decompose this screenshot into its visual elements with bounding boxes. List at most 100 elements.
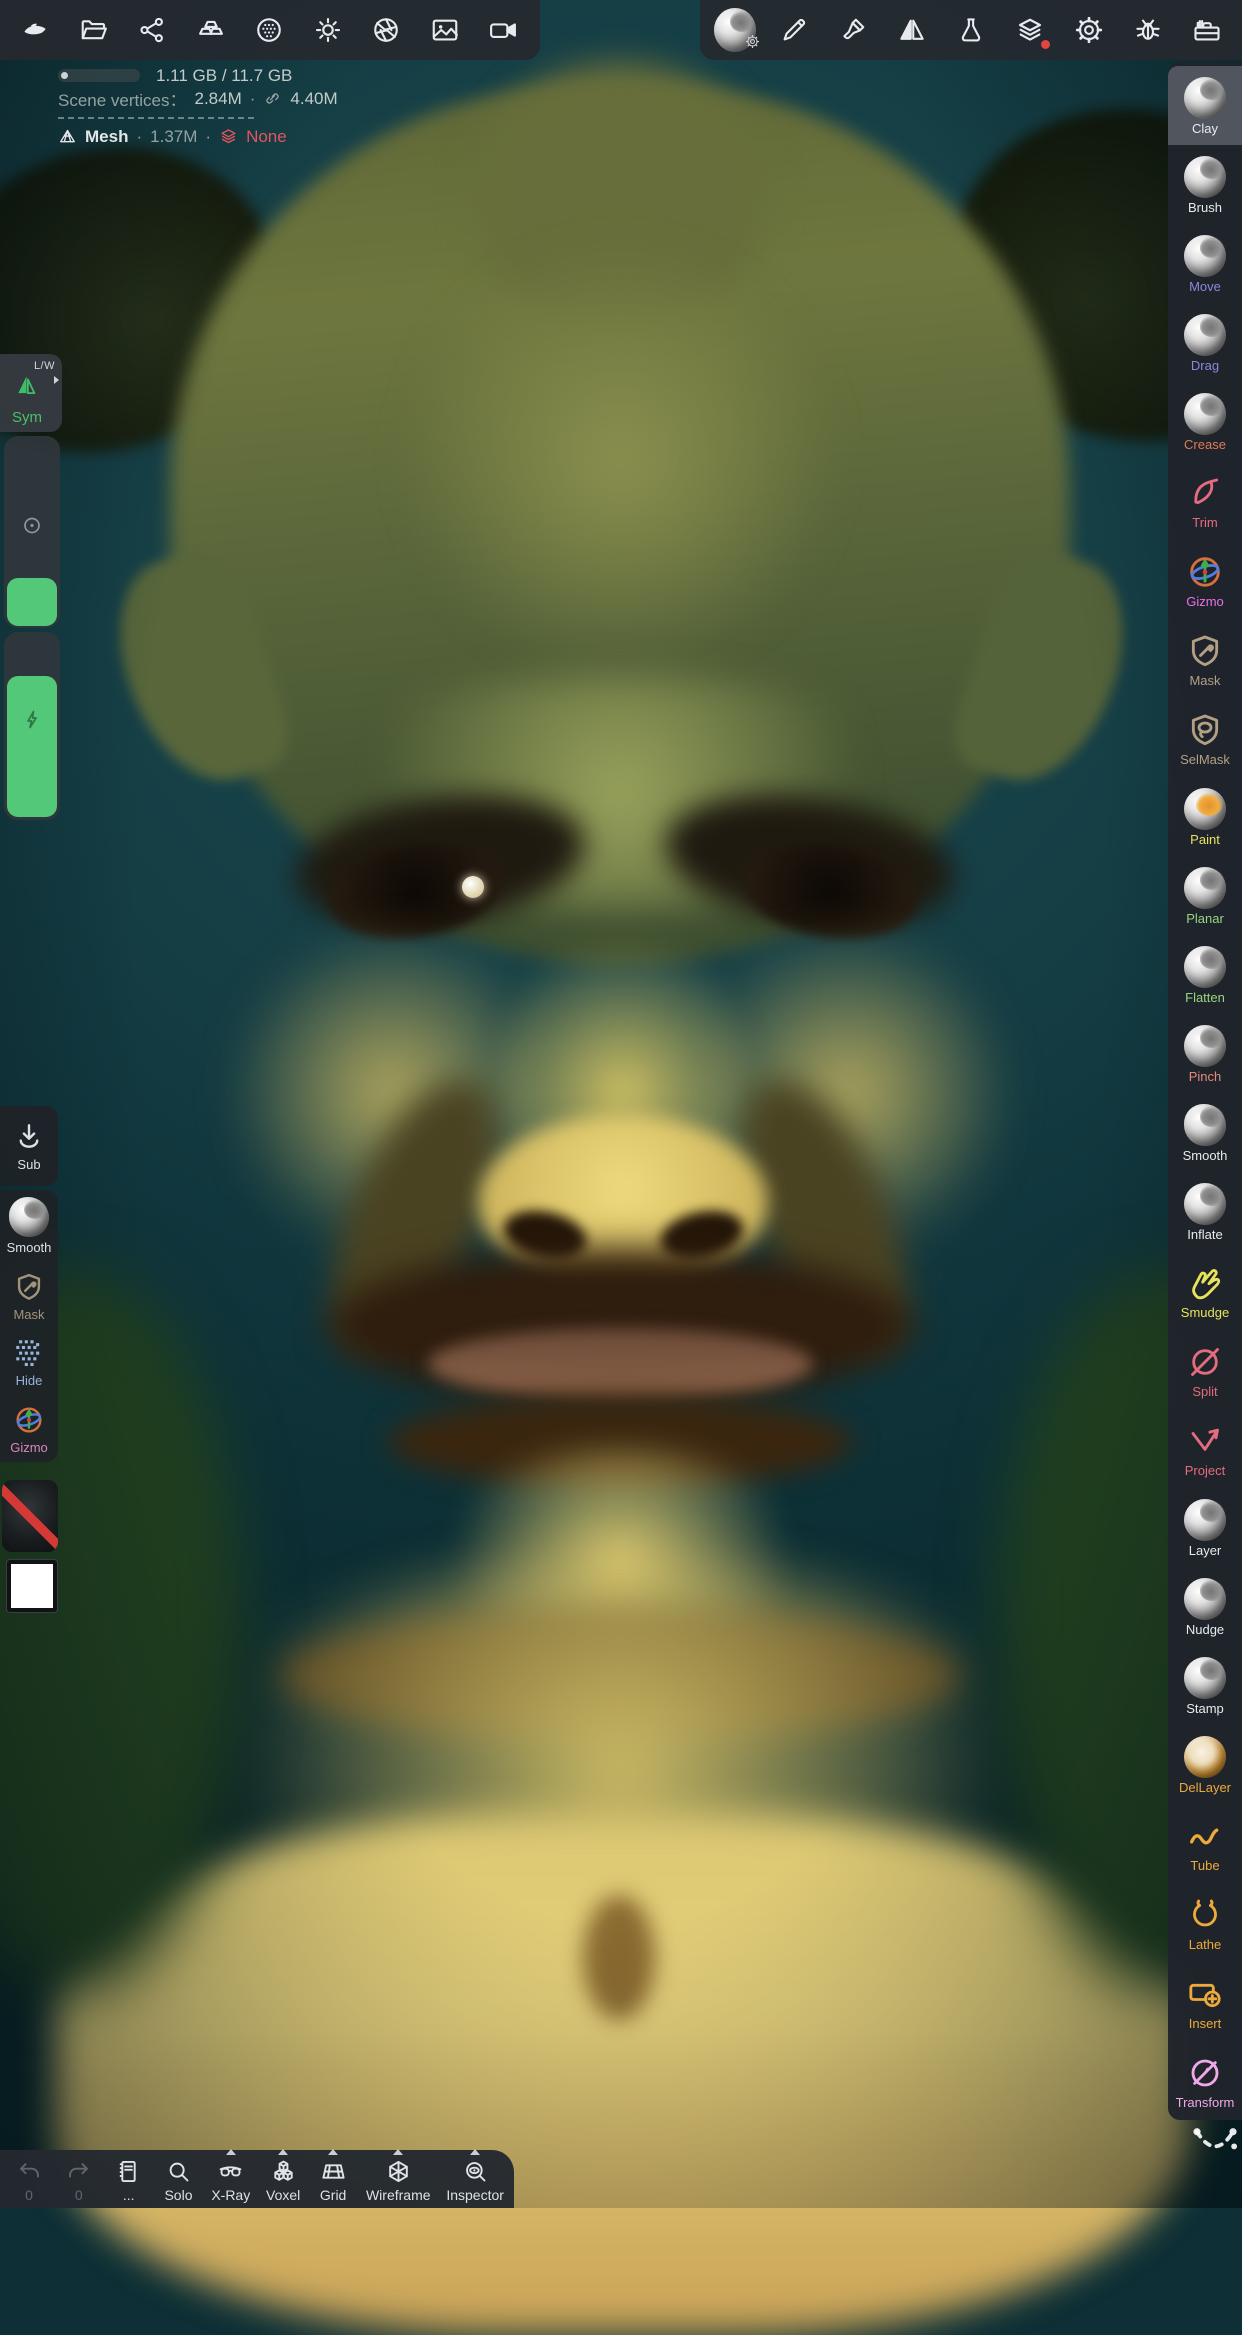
dock-button-label: Mask <box>13 1307 44 1322</box>
tool-pinch[interactable]: Pinch <box>1168 1014 1242 1093</box>
layer-stack-icon <box>219 127 238 146</box>
tool-nudge[interactable]: Nudge <box>1168 1567 1242 1646</box>
tool-paint[interactable]: Paint <box>1168 777 1242 856</box>
memory-usage-bar <box>58 69 140 82</box>
sculpt-viewport[interactable] <box>0 0 1242 2208</box>
layer-stack-button[interactable] <box>1009 8 1051 52</box>
dock-button-smooth[interactable]: Smooth <box>7 1197 52 1255</box>
tool-transform[interactable]: Transform <box>1168 2041 1242 2120</box>
tool-trim[interactable]: Trim <box>1168 461 1242 540</box>
tool-drag[interactable]: Drag <box>1168 303 1242 382</box>
tool-selmask[interactable]: SelMask <box>1168 698 1242 777</box>
paintbrush-button[interactable] <box>832 8 874 52</box>
tool-label: Brush <box>1188 201 1222 214</box>
tool-dellayer[interactable]: DelLayer <box>1168 1725 1242 1804</box>
solo-magnifier-icon <box>165 2158 192 2185</box>
caret-up-icon <box>278 2149 288 2155</box>
wireframe-sphere-icon <box>385 2158 412 2185</box>
symmetry-mode-badge: L/W <box>34 360 55 372</box>
voxel-cubes-button[interactable]: Voxel <box>266 2149 300 2203</box>
mirror-symmetry-button[interactable] <box>891 8 933 52</box>
import-down-icon <box>12 1120 46 1154</box>
debug-bug-button[interactable] <box>1127 8 1169 52</box>
tool-planar[interactable]: Planar <box>1168 856 1242 935</box>
smudge-hand-icon <box>1185 1263 1225 1303</box>
layer-stack-icon <box>1015 15 1045 45</box>
matcap-sphere-icon <box>1184 77 1226 119</box>
history-journal-icon <box>115 2158 142 2185</box>
history-journal-button[interactable]: ... <box>112 2149 146 2203</box>
tool-layer[interactable]: Layer <box>1168 1488 1242 1567</box>
bottom-button-label: ... <box>123 2187 135 2203</box>
symmetry-toggle-button[interactable]: L/W Sym <box>0 354 62 432</box>
tool-tube[interactable]: Tube <box>1168 1804 1242 1883</box>
dock-button-sub[interactable]: Sub <box>12 1120 46 1172</box>
wireframe-sphere-button[interactable]: Wireframe <box>366 2149 431 2203</box>
tool-crease[interactable]: Crease <box>1168 382 1242 461</box>
solo-magnifier-button[interactable]: Solo <box>161 2149 195 2203</box>
tool-label: Insert <box>1189 2017 1222 2030</box>
strength-slider[interactable] <box>4 632 60 820</box>
app-logo-icon <box>20 15 50 45</box>
tool-split[interactable]: Split <box>1168 1330 1242 1409</box>
image-button[interactable] <box>424 8 466 52</box>
strength-slider-fill[interactable] <box>7 676 57 817</box>
toolbox-icon <box>1192 15 1222 45</box>
mirror-symmetry-icon <box>897 15 927 45</box>
tool-flatten[interactable]: Flatten <box>1168 935 1242 1014</box>
matcap-sphere-icon <box>1184 393 1226 435</box>
texture-none-swatch[interactable] <box>2 1480 58 1552</box>
tool-smudge[interactable]: Smudge <box>1168 1251 1242 1330</box>
undo-arrow-button[interactable]: 0 <box>12 2149 46 2203</box>
dot-sphere-button[interactable] <box>248 8 290 52</box>
top-right-toolbar <box>700 0 1242 60</box>
tool-label: Crease <box>1184 438 1226 451</box>
stroke-falloff-widget[interactable] <box>1188 2116 1242 2170</box>
inspector-lens-button[interactable]: Inspector <box>446 2149 504 2203</box>
dock-button-gizmo[interactable]: Gizmo <box>10 1403 48 1455</box>
radius-slider-thumb[interactable] <box>7 578 57 626</box>
settings-gear-button[interactable] <box>1068 8 1110 52</box>
gear-badge-icon <box>745 34 760 54</box>
tool-smooth[interactable]: Smooth <box>1168 1093 1242 1172</box>
viewport-vignette <box>0 0 1242 2208</box>
dock-button-hide[interactable]: Hide <box>12 1336 46 1388</box>
sun-light-button[interactable] <box>307 8 349 52</box>
folder-button[interactable] <box>73 8 115 52</box>
toolbox-button[interactable] <box>1186 8 1228 52</box>
xray-glasses-button[interactable]: X-Ray <box>211 2149 250 2203</box>
tool-lathe[interactable]: Lathe <box>1168 1883 1242 1962</box>
matcap-sphere-icon <box>1184 1104 1226 1146</box>
trim-knife-icon <box>1185 473 1225 513</box>
dock-button-mask[interactable]: Mask <box>12 1270 46 1322</box>
tool-insert[interactable]: Insert <box>1168 1962 1242 2041</box>
tool-label: Stamp <box>1186 1702 1224 1715</box>
caret-up-icon <box>328 2149 338 2155</box>
node-graph-button[interactable] <box>131 8 173 52</box>
tool-gizmo[interactable]: Gizmo <box>1168 540 1242 619</box>
layer-pyramid-button[interactable] <box>190 8 232 52</box>
mesh-name[interactable]: Mesh <box>85 127 128 147</box>
grid-plane-button[interactable]: Grid <box>316 2149 350 2203</box>
tool-project[interactable]: Project <box>1168 1409 1242 1488</box>
tool-move[interactable]: Move <box>1168 224 1242 303</box>
paint-color-swatch[interactable] <box>7 1560 57 1612</box>
tool-stamp[interactable]: Stamp <box>1168 1646 1242 1725</box>
flask-button[interactable] <box>950 8 992 52</box>
redo-arrow-button[interactable]: 0 <box>62 2149 96 2203</box>
layer-stack-icon <box>219 127 238 146</box>
material-ball-button[interactable] <box>714 8 756 52</box>
tool-inflate[interactable]: Inflate <box>1168 1172 1242 1251</box>
tool-brush[interactable]: Brush <box>1168 145 1242 224</box>
mesh-layer-value[interactable]: None <box>246 127 287 147</box>
video-camera-button[interactable] <box>482 8 524 52</box>
app-logo-button[interactable] <box>14 8 56 52</box>
tool-clay[interactable]: Clay <box>1168 66 1242 145</box>
aperture-button[interactable] <box>365 8 407 52</box>
tool-label: Lathe <box>1189 1938 1222 1951</box>
quick-tools-dock: Smooth Mask Hide Gizmo <box>0 1190 58 1462</box>
tool-mask[interactable]: Mask <box>1168 619 1242 698</box>
lightning-icon <box>20 708 44 737</box>
pencil-button[interactable] <box>773 8 815 52</box>
radius-slider[interactable] <box>4 436 60 628</box>
